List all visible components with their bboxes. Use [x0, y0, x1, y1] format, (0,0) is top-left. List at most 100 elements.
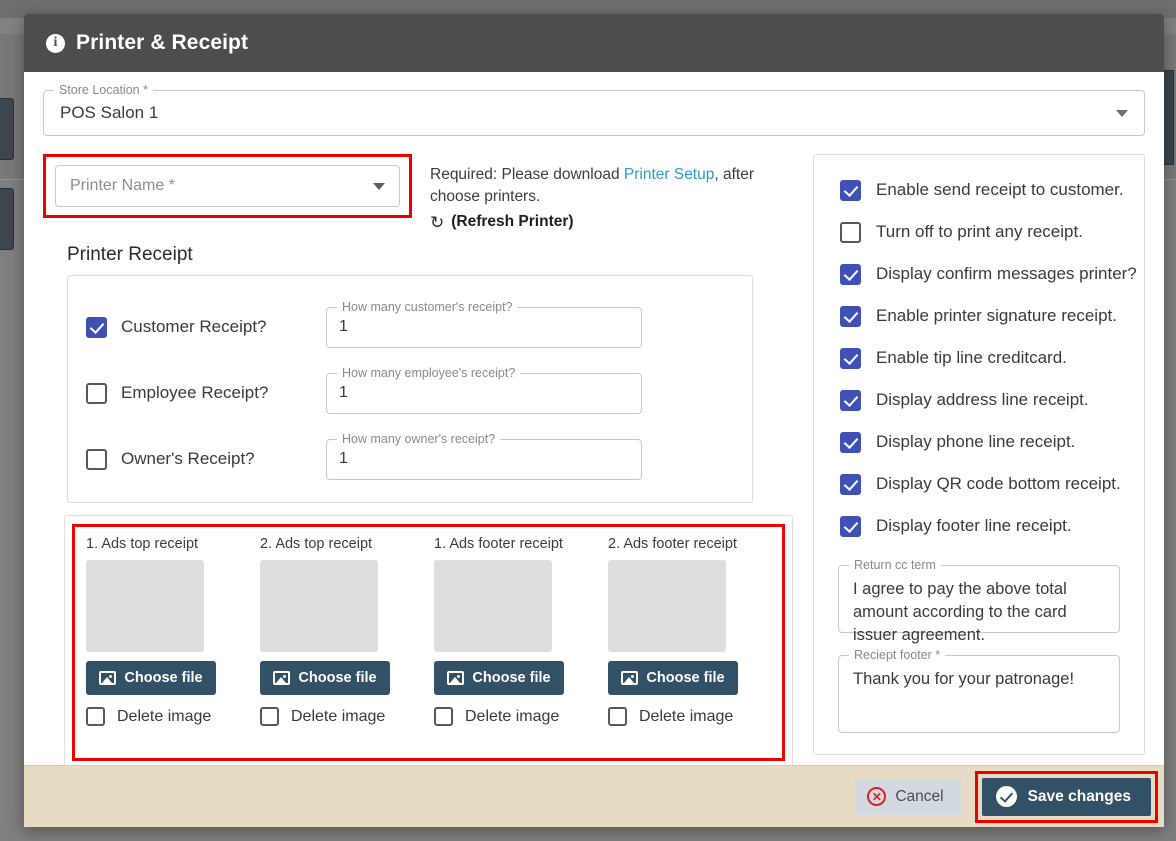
customer-receipt-toggle[interactable]: Customer Receipt?	[86, 316, 326, 338]
store-location-select[interactable]: Store Location * POS Salon 1	[43, 83, 1145, 136]
right-column: Enable send receipt to customer. Turn of…	[813, 154, 1145, 765]
cancel-button[interactable]: ✕ Cancel	[855, 778, 961, 815]
delete-image-checkbox[interactable]	[434, 707, 453, 726]
option-row-footer-line[interactable]: Display footer line receipt.	[814, 505, 1144, 547]
ads-image-preview	[434, 560, 552, 652]
close-icon: ✕	[867, 787, 887, 806]
option-row-phone-line[interactable]: Display phone line receipt.	[814, 421, 1144, 463]
employee-receipt-count-value: 1	[339, 384, 348, 401]
delete-image-toggle-1[interactable]: Delete image	[86, 707, 260, 726]
receipt-options-panel: Enable send receipt to customer. Turn of…	[813, 154, 1145, 755]
employee-receipt-toggle[interactable]: Employee Receipt?	[86, 382, 326, 404]
customer-receipt-checkbox[interactable]	[86, 316, 107, 338]
option-row-address-line[interactable]: Display address line receipt.	[814, 379, 1144, 421]
option-checkbox-address-line[interactable]	[840, 389, 861, 411]
printer-receipt-section-title: Printer Receipt	[67, 244, 193, 265]
check-circle-icon	[995, 786, 1017, 807]
info-icon: i	[46, 33, 65, 53]
employee-receipt-count-label: How many employee's receipt?	[337, 365, 521, 380]
option-checkbox-footer-line[interactable]	[840, 515, 861, 537]
return-cc-term-value: I agree to pay the above total amount ac…	[853, 580, 1067, 644]
owner-receipt-checkbox[interactable]	[86, 448, 107, 470]
store-location-label: Store Location *	[54, 83, 153, 97]
option-row-confirm-messages[interactable]: Display confirm messages printer?	[814, 253, 1144, 295]
printer-note-pre: Required: Please download	[430, 166, 624, 183]
delete-image-label: Delete image	[117, 707, 212, 725]
option-label-signature: Enable printer signature receipt.	[876, 306, 1117, 325]
employee-receipt-label: Employee Receipt?	[121, 383, 269, 402]
return-cc-term-field[interactable]: Return cc term I agree to pay the above …	[838, 558, 1120, 644]
ads-column-4: 2. Ads footer receipt Choose file Delete…	[608, 536, 782, 726]
owner-receipt-label: Owner's Receipt?	[121, 449, 255, 468]
receipt-row-owner: Owner's Receipt? How many owner's receip…	[68, 426, 752, 492]
ads-column-title: 1. Ads top receipt	[86, 536, 199, 552]
owner-receipt-toggle[interactable]: Owner's Receipt?	[86, 448, 326, 470]
customer-receipt-label: Customer Receipt?	[121, 317, 267, 336]
choose-file-button-3[interactable]: Choose file	[434, 661, 564, 695]
option-label-turn-off-print: Turn off to print any receipt.	[876, 222, 1083, 241]
choose-file-button-1[interactable]: Choose file	[86, 661, 216, 695]
choose-file-label: Choose file	[646, 670, 725, 686]
printer-name-highlight: Printer Name *	[43, 154, 412, 218]
printer-note: Required: Please download Printer Setup,…	[412, 154, 772, 231]
delete-image-checkbox[interactable]	[260, 707, 279, 726]
dialog-body: Store Location * POS Salon 1 Printer Nam…	[24, 72, 1164, 765]
choose-file-button-4[interactable]: Choose file	[608, 661, 738, 695]
option-checkbox-signature[interactable]	[829, 294, 876, 342]
receipt-footer-label: Reciept footer *	[849, 648, 946, 662]
image-icon	[447, 671, 465, 685]
delete-image-label: Delete image	[639, 707, 734, 725]
option-label-footer-line: Display footer line receipt.	[876, 516, 1072, 535]
owner-receipt-count-field[interactable]: How many owner's receipt? 1	[326, 431, 642, 480]
image-icon	[621, 671, 639, 685]
printer-receipt-dialog: i Printer & Receipt Store Location * POS…	[24, 14, 1164, 827]
owner-receipt-count-label: How many owner's receipt?	[337, 431, 501, 446]
option-checkbox-confirm-messages[interactable]	[840, 263, 861, 285]
option-checkbox-phone-line[interactable]	[840, 431, 861, 453]
delete-image-checkbox[interactable]	[86, 707, 105, 726]
option-row-send-receipt[interactable]: Enable send receipt to customer.	[814, 169, 1144, 211]
option-row-tip-line[interactable]: Enable tip line creditcard.	[814, 337, 1144, 379]
ads-column-2: 2. Ads top receipt Choose file Delete im…	[260, 536, 434, 726]
refresh-icon: ↻	[430, 212, 445, 232]
printer-note-text: Required: Please download Printer Setup,…	[430, 164, 772, 208]
option-checkbox-send-receipt[interactable]	[840, 179, 861, 201]
option-label-phone-line: Display phone line receipt.	[876, 432, 1076, 451]
ads-column-title: 1. Ads footer receipt	[434, 536, 563, 552]
ads-column-1: 1. Ads top receipt Choose file Delete im…	[86, 536, 260, 726]
refresh-printer-button[interactable]: ↻ (Refresh Printer)	[430, 213, 772, 231]
ads-image-preview	[260, 560, 378, 652]
save-changes-button[interactable]: Save changes	[981, 777, 1151, 816]
delete-image-toggle-4[interactable]: Delete image	[608, 707, 782, 726]
employee-receipt-count-field[interactable]: How many employee's receipt? 1	[326, 365, 642, 414]
receipt-footer-field[interactable]: Reciept footer * Thank you for your patr…	[838, 648, 1120, 733]
option-checkbox-qr-code[interactable]	[840, 473, 861, 495]
option-checkbox-tip-line[interactable]	[840, 347, 861, 369]
customer-receipt-count-label: How many customer's receipt?	[337, 299, 518, 314]
choose-file-button-2[interactable]: Choose file	[260, 661, 390, 695]
option-label-tip-line: Enable tip line creditcard.	[876, 348, 1067, 367]
option-row-signature[interactable]: Enable printer signature receipt.	[814, 294, 1144, 342]
option-row-turn-off-print[interactable]: Turn off to print any receipt.	[814, 211, 1144, 253]
ads-column-title: 2. Ads footer receipt	[608, 536, 737, 552]
option-checkbox-turn-off-print[interactable]	[840, 221, 861, 243]
ads-section: 1. Ads top receipt Choose file Delete im…	[64, 515, 793, 765]
option-row-qr-code[interactable]: Display QR code bottom receipt.	[814, 463, 1144, 505]
printer-name-select[interactable]: Printer Name *	[55, 165, 400, 207]
printer-receipt-panel: Customer Receipt? How many customer's re…	[67, 275, 753, 503]
printer-name-placeholder: Printer Name *	[70, 177, 175, 194]
receipt-row-employee: Employee Receipt? How many employee's re…	[68, 360, 752, 426]
printer-setup-link[interactable]: Printer Setup	[624, 166, 714, 183]
delete-image-toggle-2[interactable]: Delete image	[260, 707, 434, 726]
image-icon	[273, 671, 291, 685]
delete-image-checkbox[interactable]	[608, 707, 627, 726]
save-button-highlight: Save changes	[974, 770, 1158, 823]
background-card-2	[0, 188, 14, 250]
receipt-footer-value: Thank you for your patronage!	[853, 670, 1075, 688]
dialog-title: Printer & Receipt	[76, 31, 249, 54]
employee-receipt-checkbox[interactable]	[86, 382, 107, 404]
option-label-qr-code: Display QR code bottom receipt.	[876, 474, 1121, 493]
delete-image-toggle-3[interactable]: Delete image	[434, 707, 608, 726]
cancel-button-label: Cancel	[895, 787, 944, 805]
customer-receipt-count-field[interactable]: How many customer's receipt? 1	[326, 299, 642, 348]
